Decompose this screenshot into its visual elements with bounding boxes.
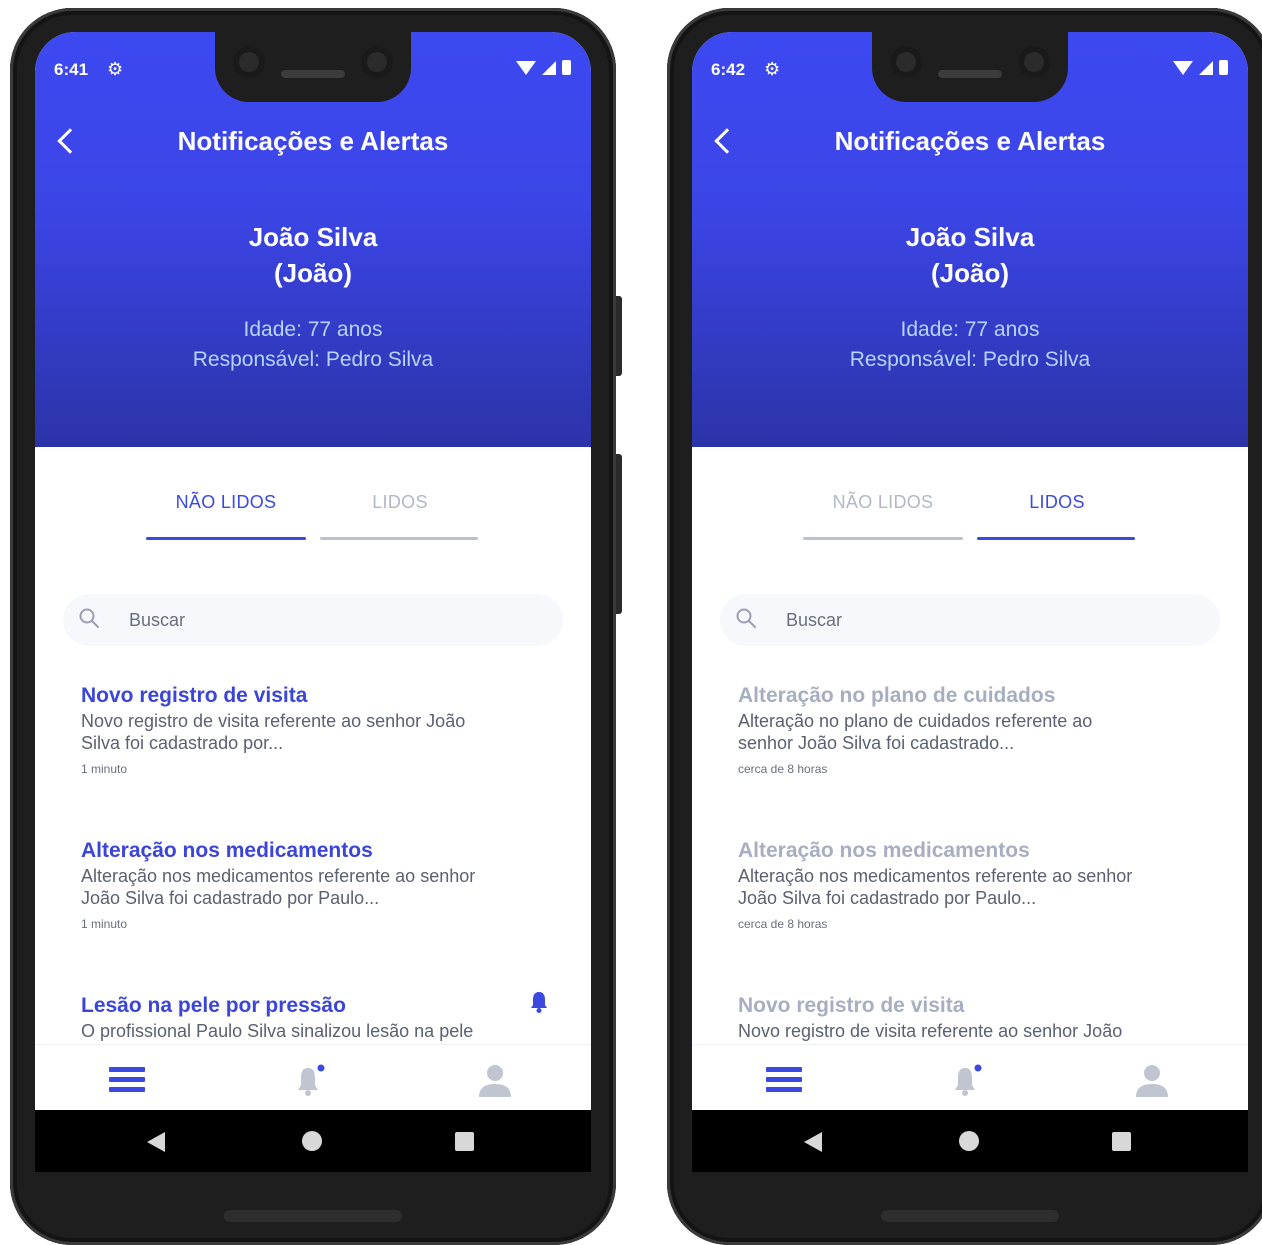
status-time: 6:41	[54, 60, 89, 79]
cellular-signal-icon	[542, 60, 556, 75]
status-icons	[1173, 60, 1228, 75]
earpiece-speaker	[938, 70, 1002, 78]
search-input[interactable]	[129, 594, 529, 646]
tab-read[interactable]: LIDOS	[321, 492, 479, 513]
bottom-speaker	[224, 1210, 402, 1222]
search-icon	[736, 608, 756, 628]
notification-time: cerca de 8 horas	[738, 917, 828, 931]
notification-time: 1 minuto	[81, 917, 128, 931]
tab-unread[interactable]: NÃO LIDOS	[147, 492, 305, 513]
notification-item[interactable]: Alteração no plano de cuidados Alteração…	[738, 682, 1208, 776]
settings-gear-icon: ⚙	[107, 59, 124, 79]
bell-icon[interactable]	[293, 1063, 327, 1099]
bottom-navigation	[35, 1044, 591, 1110]
wifi-icon	[1173, 60, 1193, 75]
search-bar	[720, 594, 1220, 646]
recent-apps-square-icon[interactable]	[1112, 1132, 1131, 1151]
front-camera	[361, 46, 393, 78]
patient-age: Idade: 77 anos	[900, 318, 1040, 341]
profile-header: 6:42 ⚙ Notificações e Alertas João Silva…	[692, 32, 1248, 447]
screen-left: 6:41 ⚙ Notificações e Alertas João Silva…	[35, 32, 591, 1172]
patient-responsible: Responsável: Pedro Silva	[192, 348, 434, 371]
notification-body: Alteração nos medicamentos referente ao …	[738, 866, 1133, 886]
notification-item[interactable]: Alteração nos medicamentos Alteração nos…	[81, 837, 551, 931]
bell-icon[interactable]	[950, 1063, 984, 1099]
system-navigation-bar	[692, 1110, 1248, 1172]
notification-item[interactable]: Lesão na pele por pressão O profissional…	[81, 992, 551, 1042]
battery-icon	[562, 60, 571, 75]
notification-body: João Silva foi cadastrado por Paulo...	[738, 888, 1037, 908]
user-icon[interactable]	[1134, 1063, 1170, 1099]
back-triangle-icon[interactable]	[147, 1132, 165, 1152]
tab-indicator-unread	[146, 537, 306, 540]
patient-responsible: Responsável: Pedro Silva	[849, 348, 1091, 371]
phone-frame-left: 6:41 ⚙ Notificações e Alertas João Silva…	[10, 8, 622, 1245]
system-navigation-bar	[35, 1110, 591, 1172]
page-title: Notificações e Alertas	[834, 126, 1106, 156]
search-icon	[79, 608, 99, 628]
notification-title: Alteração no plano de cuidados	[738, 684, 1056, 707]
tab-indicator-unread	[803, 537, 963, 540]
notification-body: Silva foi cadastrado por...	[81, 733, 284, 753]
phone-frame-right: 6:42 ⚙ Notificações e Alertas João Silva…	[667, 8, 1262, 1245]
notification-body: Alteração no plano de cuidados referente…	[738, 711, 1093, 731]
cellular-signal-icon	[1199, 60, 1213, 75]
home-circle-icon[interactable]	[302, 1131, 322, 1151]
notification-body: senhor João Silva foi cadastrado...	[738, 733, 1015, 753]
notification-title: Alteração nos medicamentos	[81, 839, 373, 862]
profile-header: 6:41 ⚙ Notificações e Alertas João Silva…	[35, 32, 591, 447]
patient-name: João Silva	[905, 222, 1035, 252]
notification-title: Novo registro de visita	[81, 684, 308, 707]
back-triangle-icon[interactable]	[804, 1132, 822, 1152]
battery-icon	[1219, 60, 1228, 75]
bottom-speaker	[881, 1210, 1059, 1222]
tab-unread[interactable]: NÃO LIDOS	[804, 492, 962, 513]
notification-title: Novo registro de visita	[738, 994, 965, 1017]
tab-read[interactable]: LIDOS	[978, 492, 1136, 513]
notification-item[interactable]: Novo registro de visita Novo registro de…	[738, 992, 1208, 1042]
patient-nickname: (João)	[274, 258, 352, 288]
notification-time: 1 minuto	[81, 762, 128, 776]
menu-icon[interactable]	[109, 1065, 145, 1095]
menu-icon[interactable]	[766, 1065, 802, 1095]
user-icon[interactable]	[477, 1063, 513, 1099]
patient-age: Idade: 77 anos	[243, 318, 383, 341]
search-bar	[63, 594, 563, 646]
notification-time: cerca de 8 horas	[738, 762, 828, 776]
patient-nickname: (João)	[931, 258, 1009, 288]
front-camera	[233, 46, 265, 78]
notification-title: Alteração nos medicamentos	[738, 839, 1030, 862]
status-time: 6:42	[711, 60, 746, 79]
bell-icon	[531, 992, 547, 1013]
status-icons	[516, 60, 571, 75]
tab-indicator-read	[977, 537, 1135, 540]
notification-body: Novo registro de visita referente ao sen…	[738, 1021, 1123, 1041]
front-camera	[1018, 46, 1050, 78]
screen-right: 6:42 ⚙ Notificações e Alertas João Silva…	[692, 32, 1248, 1172]
notification-body: João Silva foi cadastrado por Paulo...	[81, 888, 380, 908]
volume-button	[616, 454, 622, 614]
notification-item[interactable]: Alteração nos medicamentos Alteração nos…	[738, 837, 1208, 931]
notification-body: O profissional Paulo Silva sinalizou les…	[81, 1021, 474, 1041]
notification-body: Alteração nos medicamentos referente ao …	[81, 866, 476, 886]
recent-apps-square-icon[interactable]	[455, 1132, 474, 1151]
notification-body: Novo registro de visita referente ao sen…	[81, 711, 466, 731]
page-title: Notificações e Alertas	[177, 126, 449, 156]
notification-item[interactable]: Novo registro de visita Novo registro de…	[81, 682, 551, 776]
tab-indicator-read	[320, 537, 478, 540]
wifi-icon	[516, 60, 536, 75]
patient-name: João Silva	[248, 222, 378, 252]
earpiece-speaker	[281, 70, 345, 78]
camera-notch	[872, 32, 1068, 102]
search-input[interactable]	[786, 594, 1186, 646]
front-camera	[890, 46, 922, 78]
bottom-navigation	[692, 1044, 1248, 1110]
settings-gear-icon: ⚙	[764, 59, 781, 79]
home-circle-icon[interactable]	[959, 1131, 979, 1151]
power-button	[616, 296, 622, 376]
notification-title: Lesão na pele por pressão	[81, 994, 346, 1017]
camera-notch	[215, 32, 411, 102]
